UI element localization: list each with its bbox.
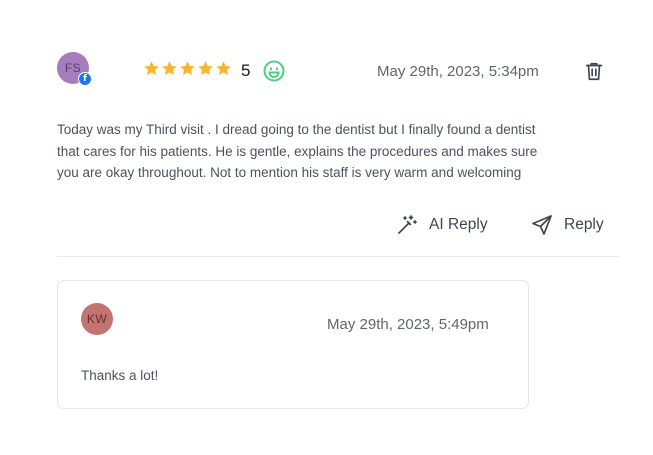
reply-button[interactable]: Reply [530,213,604,237]
star-icon [216,61,231,76]
reply-card: KW May 29th, 2023, 5:49pm Thanks a lot! [57,280,529,409]
send-icon [532,215,552,235]
star-icon [162,61,177,76]
reply-text: Thanks a lot! [81,368,159,383]
divider [57,256,620,257]
facebook-icon: f [78,72,92,86]
review-text: Today was my Third visit . I dread going… [57,122,538,180]
star-icon [198,61,213,76]
avatar: KW [81,303,113,335]
trash-icon[interactable] [583,59,605,83]
ai-reply-button[interactable]: AI Reply [395,213,488,237]
review-timestamp: May 29th, 2023, 5:34pm [377,63,539,80]
ai-reply-label: AI Reply [429,216,488,233]
magic-wand-icon [398,215,417,234]
smile-icon [263,60,285,82]
star-icon [144,61,159,76]
avatar-initials: FS [64,61,82,75]
reply-timestamp: May 29th, 2023, 5:49pm [327,316,489,333]
star-rating [143,60,232,77]
rating-value: 5 [241,61,251,80]
star-icon [180,61,195,76]
reply-label: Reply [564,216,604,233]
avatar-initials: KW [86,312,108,326]
review-item: FS f 5 May 29th, 2023, 5:34pm Today was … [0,0,653,455]
